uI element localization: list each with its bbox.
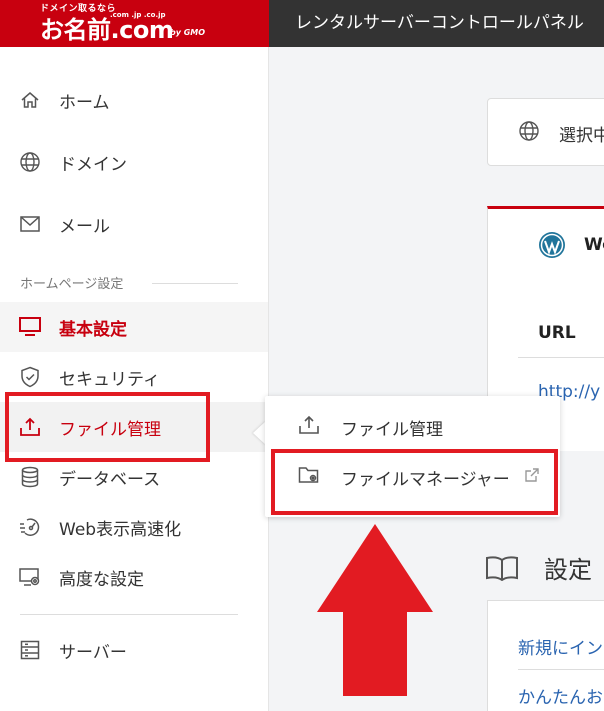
settings-title: 設定 bbox=[544, 556, 592, 584]
highlight-file-manager bbox=[271, 449, 558, 515]
logo[interactable]: ドメイン取るなら お名前.com .com .jp .co.jp by GMO bbox=[0, 0, 269, 47]
sidebar-item-label: ドメイン bbox=[59, 154, 127, 175]
submenu-item-label: ファイル管理 bbox=[341, 419, 443, 440]
sidebar-item-label: ホーム bbox=[59, 92, 110, 113]
sidebar-item-mail[interactable]: メール bbox=[0, 199, 268, 249]
upload-icon bbox=[298, 415, 320, 439]
sidebar-item-label: セキュリティ bbox=[59, 369, 160, 390]
sidebar: ホーム ドメイン メール ホームページ設定 基本設定 セキュリティ ファイル管理 bbox=[0, 47, 269, 711]
section-label: ホームページ設定 bbox=[20, 277, 124, 292]
server-icon bbox=[19, 639, 41, 661]
sidebar-item-label: データベース bbox=[59, 469, 161, 490]
sidebar-item-home[interactable]: ホーム bbox=[0, 75, 268, 125]
globe-icon bbox=[19, 151, 41, 173]
sidebar-item-domain[interactable]: ドメイン bbox=[0, 137, 268, 187]
sidebar-divider bbox=[20, 614, 238, 615]
sidebar-item-label: 基本設定 bbox=[59, 319, 127, 340]
sidebar-item-label: サーバー bbox=[59, 642, 127, 663]
annotation-arrow-up-icon bbox=[317, 524, 433, 696]
globe-icon bbox=[518, 120, 540, 146]
sidebar-item-label: Web表示高速化 bbox=[59, 519, 182, 540]
database-icon bbox=[19, 466, 41, 488]
wordpress-label: Wo bbox=[584, 235, 604, 255]
section-divider bbox=[152, 283, 238, 284]
settings-card: 新規にイン かんたんお bbox=[487, 600, 604, 711]
selected-domain-card[interactable]: 選択中 bbox=[487, 98, 604, 166]
logo-by: by GMO bbox=[170, 28, 206, 37]
logo-domains: .com .jp .co.jp bbox=[110, 11, 166, 19]
card-divider bbox=[518, 669, 604, 670]
card-divider bbox=[518, 357, 604, 358]
header: ドメイン取るなら お名前.com .com .jp .co.jp by GMO … bbox=[0, 0, 604, 47]
highlight-file-management bbox=[5, 392, 210, 462]
sidebar-item-label: 高度な設定 bbox=[59, 569, 144, 590]
submenu-item-file-management[interactable]: ファイル管理 bbox=[265, 402, 560, 452]
sidebar-item-web-speedup[interactable]: Web表示高速化 bbox=[0, 502, 268, 552]
sidebar-item-label: メール bbox=[59, 216, 110, 237]
speed-icon bbox=[19, 516, 41, 538]
page-title: レンタルサーバーコントロールパネル bbox=[295, 13, 584, 33]
selected-domain-label: 選択中 bbox=[559, 126, 604, 146]
wordpress-icon bbox=[538, 231, 566, 263]
settings-link-new[interactable]: 新規にイン bbox=[518, 634, 603, 659]
book-icon bbox=[485, 555, 519, 585]
sidebar-item-basic-settings[interactable]: 基本設定 bbox=[0, 302, 268, 352]
monitor-icon bbox=[19, 316, 41, 338]
advanced-settings-icon bbox=[19, 566, 41, 588]
sidebar-item-advanced-settings[interactable]: 高度な設定 bbox=[0, 552, 268, 602]
shield-icon bbox=[19, 366, 41, 388]
settings-link-easy[interactable]: かんたんお bbox=[518, 683, 603, 708]
sidebar-item-server[interactable]: サーバー bbox=[0, 625, 268, 675]
topbar: レンタルサーバーコントロールパネル bbox=[269, 0, 604, 47]
mail-icon bbox=[19, 213, 41, 235]
url-label: URL bbox=[538, 323, 576, 343]
home-icon bbox=[19, 89, 41, 111]
